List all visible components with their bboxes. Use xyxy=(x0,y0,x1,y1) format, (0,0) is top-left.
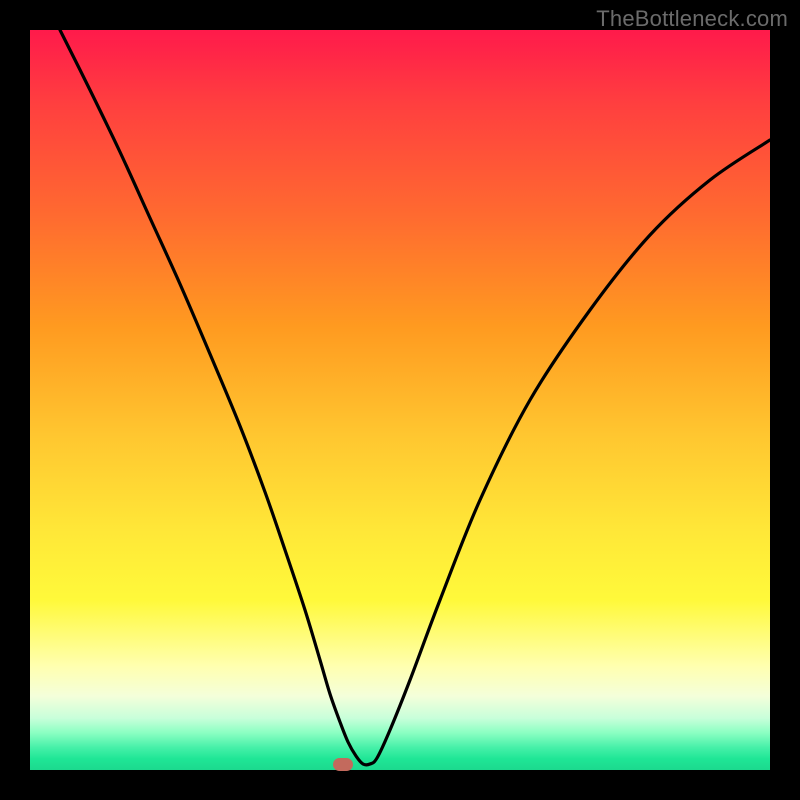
chart-curve-svg xyxy=(30,30,770,770)
curve-marker xyxy=(333,758,353,771)
watermark-text: TheBottleneck.com xyxy=(596,6,788,32)
bottleneck-curve xyxy=(60,30,770,765)
